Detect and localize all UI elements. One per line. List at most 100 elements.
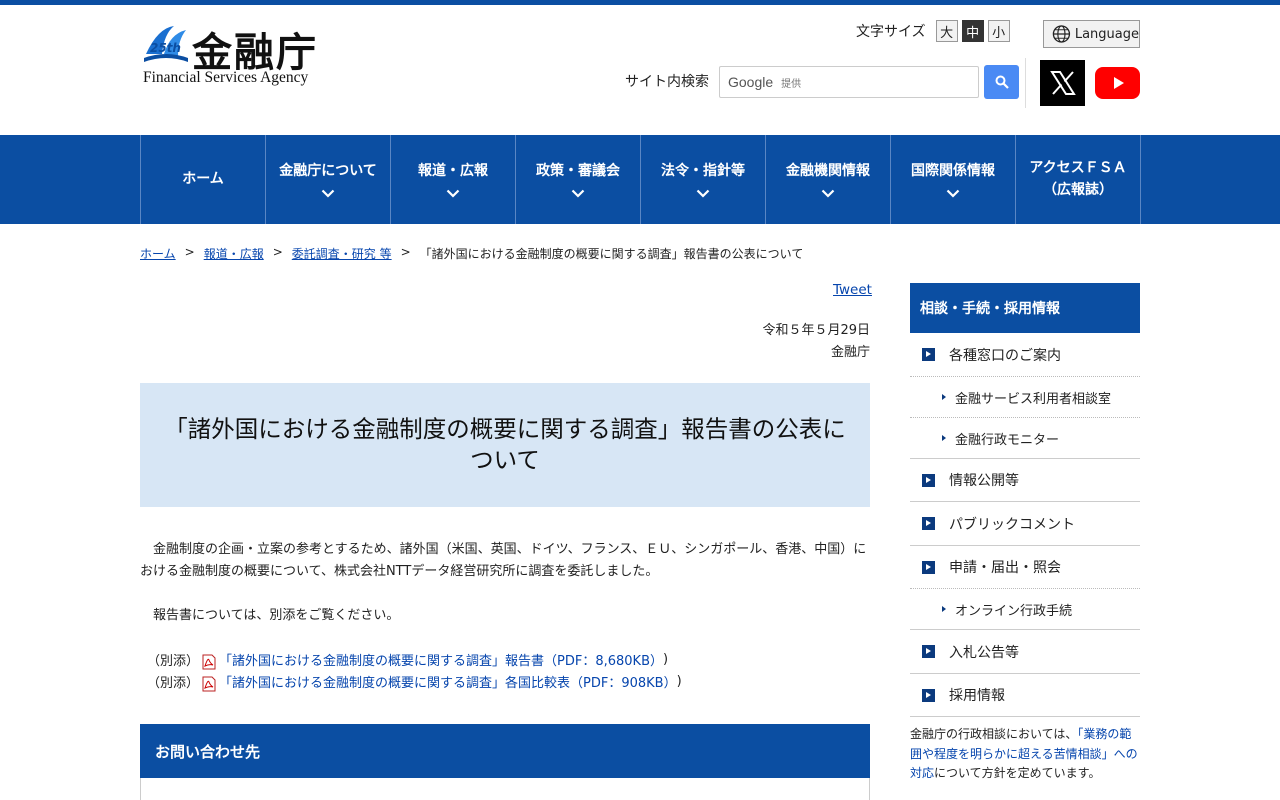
arrow-square-icon xyxy=(922,560,935,574)
nav-label: 金融庁について xyxy=(279,163,377,180)
chevron-down-icon xyxy=(696,189,710,198)
youtube-button[interactable] xyxy=(1095,67,1140,99)
arrow-square-icon xyxy=(922,517,935,530)
side-sub-admin-monitor[interactable]: 金融行政モニター xyxy=(910,418,1140,459)
body-paragraph-1: 金融制度の企画・立案の参考とするため、諸外国（米国、英国、ドイツ、フランス、ＥＵ… xyxy=(140,542,867,579)
chevron-down-icon xyxy=(571,189,585,198)
attachment-tag: （別添） xyxy=(147,654,200,669)
publication-date: 令和５年５月29日 xyxy=(762,323,870,338)
breadcrumb-separator: > xyxy=(400,245,411,259)
search-icon xyxy=(995,75,1009,89)
pdf-icon xyxy=(202,676,216,691)
publication-date-block: 令和５年５月29日 金融庁 xyxy=(762,320,870,364)
page-title: 「諸外国における金融制度の概要に関する調査」報告書の公表について xyxy=(164,415,846,474)
attachment-tag: （別添） xyxy=(147,676,200,691)
side-sub-consumer-office[interactable]: 金融サービス利用者相談室 xyxy=(910,377,1140,418)
side-item-label: 情報公開等 xyxy=(949,473,1019,489)
nav-press[interactable]: 報道・広報 xyxy=(391,135,516,224)
side-item-applications[interactable]: 申請・届出・照会 xyxy=(910,546,1140,589)
nav-label: 金融機関情報 xyxy=(786,163,870,180)
attachment-link-report[interactable]: 「諸外国における金融制度の概要に関する調査」報告書（PDF：8,680KB） xyxy=(219,650,663,669)
nav-label: 法令・指針等 xyxy=(661,163,745,180)
language-label: Language xyxy=(1074,26,1139,42)
page-title-box: 「諸外国における金融制度の概要に関する調査」報告書の公表について xyxy=(140,383,870,507)
side-item-label: 入札公告等 xyxy=(949,644,1019,661)
triangle-bullet-icon xyxy=(942,606,946,612)
attachment-close: ) xyxy=(663,652,669,667)
search-button[interactable] xyxy=(984,65,1019,99)
search-input[interactable]: Google 提供 xyxy=(719,66,979,98)
side-item-disclosure[interactable]: 情報公開等 xyxy=(910,459,1140,502)
fsa-logo[interactable]: 25th 金融庁 Financial Services Agency xyxy=(140,24,340,94)
chevron-down-icon xyxy=(446,189,460,198)
chevron-down-icon xyxy=(821,189,835,198)
nav-about[interactable]: 金融庁について xyxy=(266,135,391,224)
arrow-square-icon xyxy=(922,473,935,487)
nav-international[interactable]: 国際関係情報 xyxy=(891,135,1016,224)
side-sub-online-procedures[interactable]: オンライン行政手続 xyxy=(910,589,1140,630)
fsa-emblem-icon: 25th xyxy=(144,26,188,62)
side-menu-heading: 相談・手続・採用情報 xyxy=(910,283,1140,333)
side-item-label: パブリックコメント xyxy=(949,516,1075,533)
top-accent-bar xyxy=(0,0,1280,5)
pdf-icon xyxy=(202,654,216,669)
nav-institutions[interactable]: 金融機関情報 xyxy=(766,135,891,224)
google-label: Google xyxy=(728,74,774,90)
side-item-label: 各種窓口のご案内 xyxy=(949,347,1061,364)
globe-icon xyxy=(1052,25,1071,43)
side-item-bidding[interactable]: 入札公告等 xyxy=(910,630,1140,674)
font-size-large-button[interactable]: 大 xyxy=(935,20,958,42)
triangle-bullet-icon xyxy=(942,435,946,441)
side-note: 金融庁の行政相談においては、「業務の範囲や程度を明らかに超える苦情相談」への対応… xyxy=(910,725,1142,784)
chevron-down-icon xyxy=(321,189,335,198)
nav-label: 報道・広報 xyxy=(418,163,488,180)
arrow-square-icon xyxy=(922,348,935,361)
side-note-text-end: について方針を定めています。 xyxy=(934,766,1101,780)
side-sub-label: 金融行政モニター xyxy=(955,432,1060,448)
tweet-link[interactable]: Tweet xyxy=(833,282,872,298)
header-divider xyxy=(1025,58,1026,108)
x-logo-icon xyxy=(1049,71,1076,95)
side-item-label: 採用情報 xyxy=(949,688,1005,704)
nav-laws[interactable]: 法令・指針等 xyxy=(641,135,766,224)
font-size-medium-button[interactable]: 中 xyxy=(961,20,984,42)
side-item-public-comment[interactable]: パブリックコメント xyxy=(910,502,1140,546)
chevron-down-icon xyxy=(946,189,960,198)
breadcrumb-press-link[interactable]: 報道・広報 xyxy=(204,245,264,262)
global-nav: ホーム 金融庁について 報道・広報 政策・審議会 法令・指針等 金融機関情報 国… xyxy=(0,135,1280,224)
contact-heading: お問い合わせ先 xyxy=(140,724,870,778)
side-item-contact-windows[interactable]: 各種窓口のご案内 xyxy=(910,333,1140,377)
side-item-recruitment[interactable]: 採用情報 xyxy=(910,674,1140,717)
nav-home[interactable]: ホーム xyxy=(141,135,266,224)
x-social-button[interactable] xyxy=(1040,60,1085,106)
breadcrumb-separator: > xyxy=(272,245,283,259)
svg-text:25th: 25th xyxy=(150,41,181,55)
contact-body xyxy=(140,778,870,800)
nav-label: アクセスＦＳＡ xyxy=(1029,159,1127,176)
attachment-link-comparison[interactable]: 「諸外国における金融制度の概要に関する調査」各国比較表（PDF：908KB） xyxy=(219,672,677,691)
nav-access-fsa[interactable]: アクセスＦＳＡ （広報誌） xyxy=(1016,135,1141,224)
body-paragraph-2: 報告書については、別添をご覧ください。 xyxy=(153,608,400,623)
breadcrumb-current: 「諸外国における金融制度の概要に関する調査」報告書の公表について xyxy=(419,247,804,261)
breadcrumb-research-link[interactable]: 委託調査・研究 等 xyxy=(292,245,392,262)
side-sub-label: オンライン行政手続 xyxy=(955,603,1073,619)
nav-policy[interactable]: 政策・審議会 xyxy=(516,135,641,224)
play-icon xyxy=(1113,77,1124,89)
attachment-close: ) xyxy=(676,674,682,689)
font-size-small-button[interactable]: 小 xyxy=(987,20,1010,42)
attachment-item: （別添） 「諸外国における金融制度の概要に関する調査」報告書（PDF：8,680… xyxy=(140,650,668,669)
font-size-label: 文字サイズ xyxy=(856,24,926,40)
nav-label: ホーム xyxy=(182,170,224,187)
breadcrumb: ホーム > 報道・広報 > 委託調査・研究 等 > 「諸外国における金融制度の概… xyxy=(140,245,803,262)
arrow-square-icon xyxy=(922,688,935,702)
nav-label: 政策・審議会 xyxy=(536,163,620,180)
breadcrumb-home-link[interactable]: ホーム xyxy=(140,245,176,262)
language-button[interactable]: Language xyxy=(1043,20,1140,48)
site-search-label: サイト内検索 xyxy=(625,74,709,90)
attachment-item: （別添） 「諸外国における金融制度の概要に関する調査」各国比較表（PDF：908… xyxy=(140,672,682,691)
side-sub-label: 金融サービス利用者相談室 xyxy=(955,391,1112,407)
issuer: 金融庁 xyxy=(830,345,870,360)
provided-label: 提供 xyxy=(781,78,802,90)
nav-label: 国際関係情報 xyxy=(911,163,995,180)
arrow-square-icon xyxy=(922,645,935,658)
